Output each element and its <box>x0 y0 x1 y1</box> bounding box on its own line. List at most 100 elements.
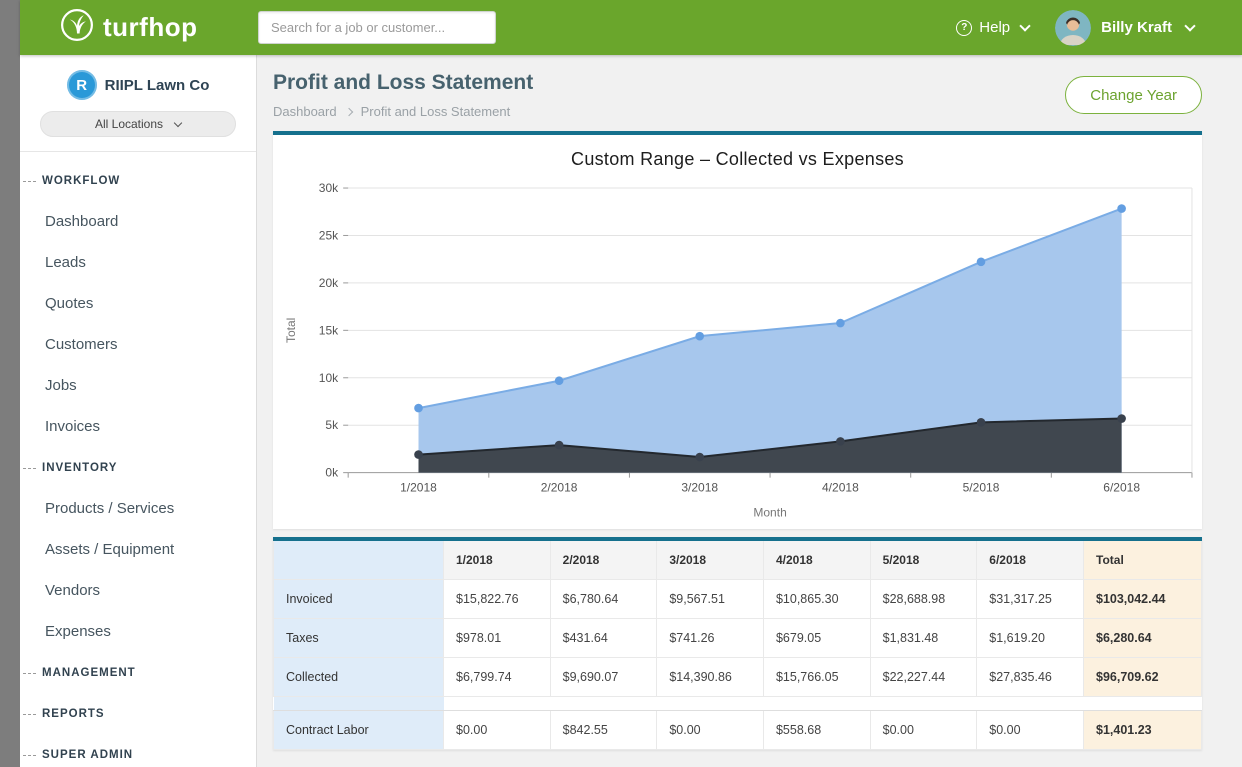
breadcrumb-current: Profit and Loss Statement <box>361 104 511 119</box>
value-cell: $31,317.25 <box>977 579 1084 618</box>
help-icon: ? <box>956 20 972 36</box>
value-cell: $15,822.76 <box>444 579 551 618</box>
value-cell: $9,567.51 <box>657 579 764 618</box>
tree-branch-icon <box>23 468 36 469</box>
column-header: 2/2018 <box>550 541 657 580</box>
main-content: Profit and Loss Statement Dashboard Prof… <box>257 55 1242 767</box>
page-title: Profit and Loss Statement <box>273 71 533 95</box>
svg-text:Total: Total <box>284 318 298 343</box>
svg-text:4/2018: 4/2018 <box>822 481 859 495</box>
value-cell: $10,865.30 <box>763 579 870 618</box>
sidebar-item-expenses[interactable]: Expenses <box>20 611 256 652</box>
company-panel: R RIIPL Lawn Co All Locations <box>20 55 256 152</box>
user-menu[interactable]: Billy Kraft <box>1055 10 1194 46</box>
value-cell: $558.68 <box>763 710 870 749</box>
table-header-row: 1/20182/20183/20184/20185/20186/2018Tota… <box>274 541 1202 580</box>
svg-text:6/2018: 6/2018 <box>1103 481 1140 495</box>
tree-branch-icon <box>23 714 36 715</box>
row-total-cell: $1,401.23 <box>1084 710 1202 749</box>
sidebar-section-super-admin[interactable]: SUPER ADMIN <box>20 734 256 767</box>
sidebar-item-assets-equipment[interactable]: Assets / Equipment <box>20 529 256 570</box>
sidebar: R RIIPL Lawn Co All Locations WORKFLOWDa… <box>20 55 257 767</box>
sidebar-item-quotes[interactable]: Quotes <box>20 283 256 324</box>
help-menu[interactable]: ? Help <box>956 19 1029 36</box>
sidebar-item-vendors[interactable]: Vendors <box>20 570 256 611</box>
turfhop-logo-icon <box>60 8 94 47</box>
value-cell: $679.05 <box>763 618 870 657</box>
sidebar-item-dashboard[interactable]: Dashboard <box>20 201 256 242</box>
help-label: Help <box>979 19 1010 36</box>
row-label: Collected <box>274 657 444 696</box>
sidebar-section-reports[interactable]: REPORTS <box>20 693 256 734</box>
profit-loss-table: 1/20182/20183/20184/20185/20186/2018Tota… <box>273 541 1202 750</box>
svg-text:Month: Month <box>753 506 786 520</box>
sidebar-item-leads[interactable]: Leads <box>20 242 256 283</box>
value-cell: $0.00 <box>977 710 1084 749</box>
tree-branch-icon <box>23 755 36 756</box>
svg-text:5/2018: 5/2018 <box>963 481 1000 495</box>
svg-text:10k: 10k <box>319 371 339 385</box>
column-header: 3/2018 <box>657 541 764 580</box>
sidebar-section-workflow[interactable]: WORKFLOW <box>20 160 256 201</box>
brand[interactable]: turfhop <box>20 8 258 47</box>
table-row: Collected$6,799.74$9,690.07$14,390.86$15… <box>274 657 1202 696</box>
svg-text:3/2018: 3/2018 <box>681 481 718 495</box>
value-cell: $741.26 <box>657 618 764 657</box>
svg-text:25k: 25k <box>319 228 339 242</box>
app-frame: turfhop ? Help <box>0 0 1242 767</box>
column-header: 1/2018 <box>444 541 551 580</box>
tree-branch-icon <box>23 181 36 182</box>
value-cell: $1,831.48 <box>870 618 977 657</box>
brand-name: turfhop <box>103 12 197 43</box>
row-total-cell: $103,042.44 <box>1084 579 1202 618</box>
row-total-cell: $6,280.64 <box>1084 618 1202 657</box>
chevron-down-icon <box>1019 20 1030 31</box>
value-cell: $28,688.98 <box>870 579 977 618</box>
chart-title: Custom Range – Collected vs Expenses <box>273 135 1202 172</box>
top-bar: turfhop ? Help <box>20 0 1242 55</box>
search-box <box>258 11 496 44</box>
page-header: Profit and Loss Statement Dashboard Prof… <box>273 55 1202 131</box>
value-cell: $9,690.07 <box>550 657 657 696</box>
value-cell: $15,766.05 <box>763 657 870 696</box>
company[interactable]: R RIIPL Lawn Co <box>40 70 236 100</box>
value-cell: $978.01 <box>444 618 551 657</box>
locations-dropdown[interactable]: All Locations <box>40 111 236 137</box>
column-header: 5/2018 <box>870 541 977 580</box>
sidebar-section-inventory[interactable]: INVENTORY <box>20 447 256 488</box>
value-cell: $431.64 <box>550 618 657 657</box>
section-spacer <box>274 696 1202 710</box>
search-input[interactable] <box>258 11 496 44</box>
sidebar-item-products-services[interactable]: Products / Services <box>20 488 256 529</box>
body-row: R RIIPL Lawn Co All Locations WORKFLOWDa… <box>20 55 1242 767</box>
table-row: Contract Labor$0.00$842.55$0.00$558.68$0… <box>274 710 1202 749</box>
breadcrumb-dashboard[interactable]: Dashboard <box>273 104 337 119</box>
sidebar-item-invoices[interactable]: Invoices <box>20 406 256 447</box>
value-cell: $6,799.74 <box>444 657 551 696</box>
company-name: RIIPL Lawn Co <box>105 77 210 94</box>
value-cell: $0.00 <box>444 710 551 749</box>
row-label: Contract Labor <box>274 710 444 749</box>
svg-text:30k: 30k <box>319 181 339 195</box>
avatar <box>1055 10 1091 46</box>
table-row: Invoiced$15,822.76$6,780.64$9,567.51$10,… <box>274 579 1202 618</box>
row-total-cell: $96,709.62 <box>1084 657 1202 696</box>
row-label-header <box>274 541 444 580</box>
column-header: 4/2018 <box>763 541 870 580</box>
value-cell: $14,390.86 <box>657 657 764 696</box>
row-label: Taxes <box>274 618 444 657</box>
sidebar-item-customers[interactable]: Customers <box>20 324 256 365</box>
sidebar-item-jobs[interactable]: Jobs <box>20 365 256 406</box>
chevron-down-icon <box>1184 20 1195 31</box>
table-row: Taxes$978.01$431.64$741.26$679.05$1,831.… <box>274 618 1202 657</box>
window-edge <box>0 0 20 767</box>
total-column-header: Total <box>1084 541 1202 580</box>
value-cell: $6,780.64 <box>550 579 657 618</box>
value-cell: $0.00 <box>870 710 977 749</box>
change-year-button[interactable]: Change Year <box>1065 76 1202 114</box>
value-cell: $0.00 <box>657 710 764 749</box>
table-card: 1/20182/20183/20184/20185/20186/2018Tota… <box>273 537 1202 750</box>
svg-text:2/2018: 2/2018 <box>541 481 578 495</box>
sidebar-section-management[interactable]: MANAGEMENT <box>20 652 256 693</box>
company-logo-icon: R <box>67 70 97 100</box>
